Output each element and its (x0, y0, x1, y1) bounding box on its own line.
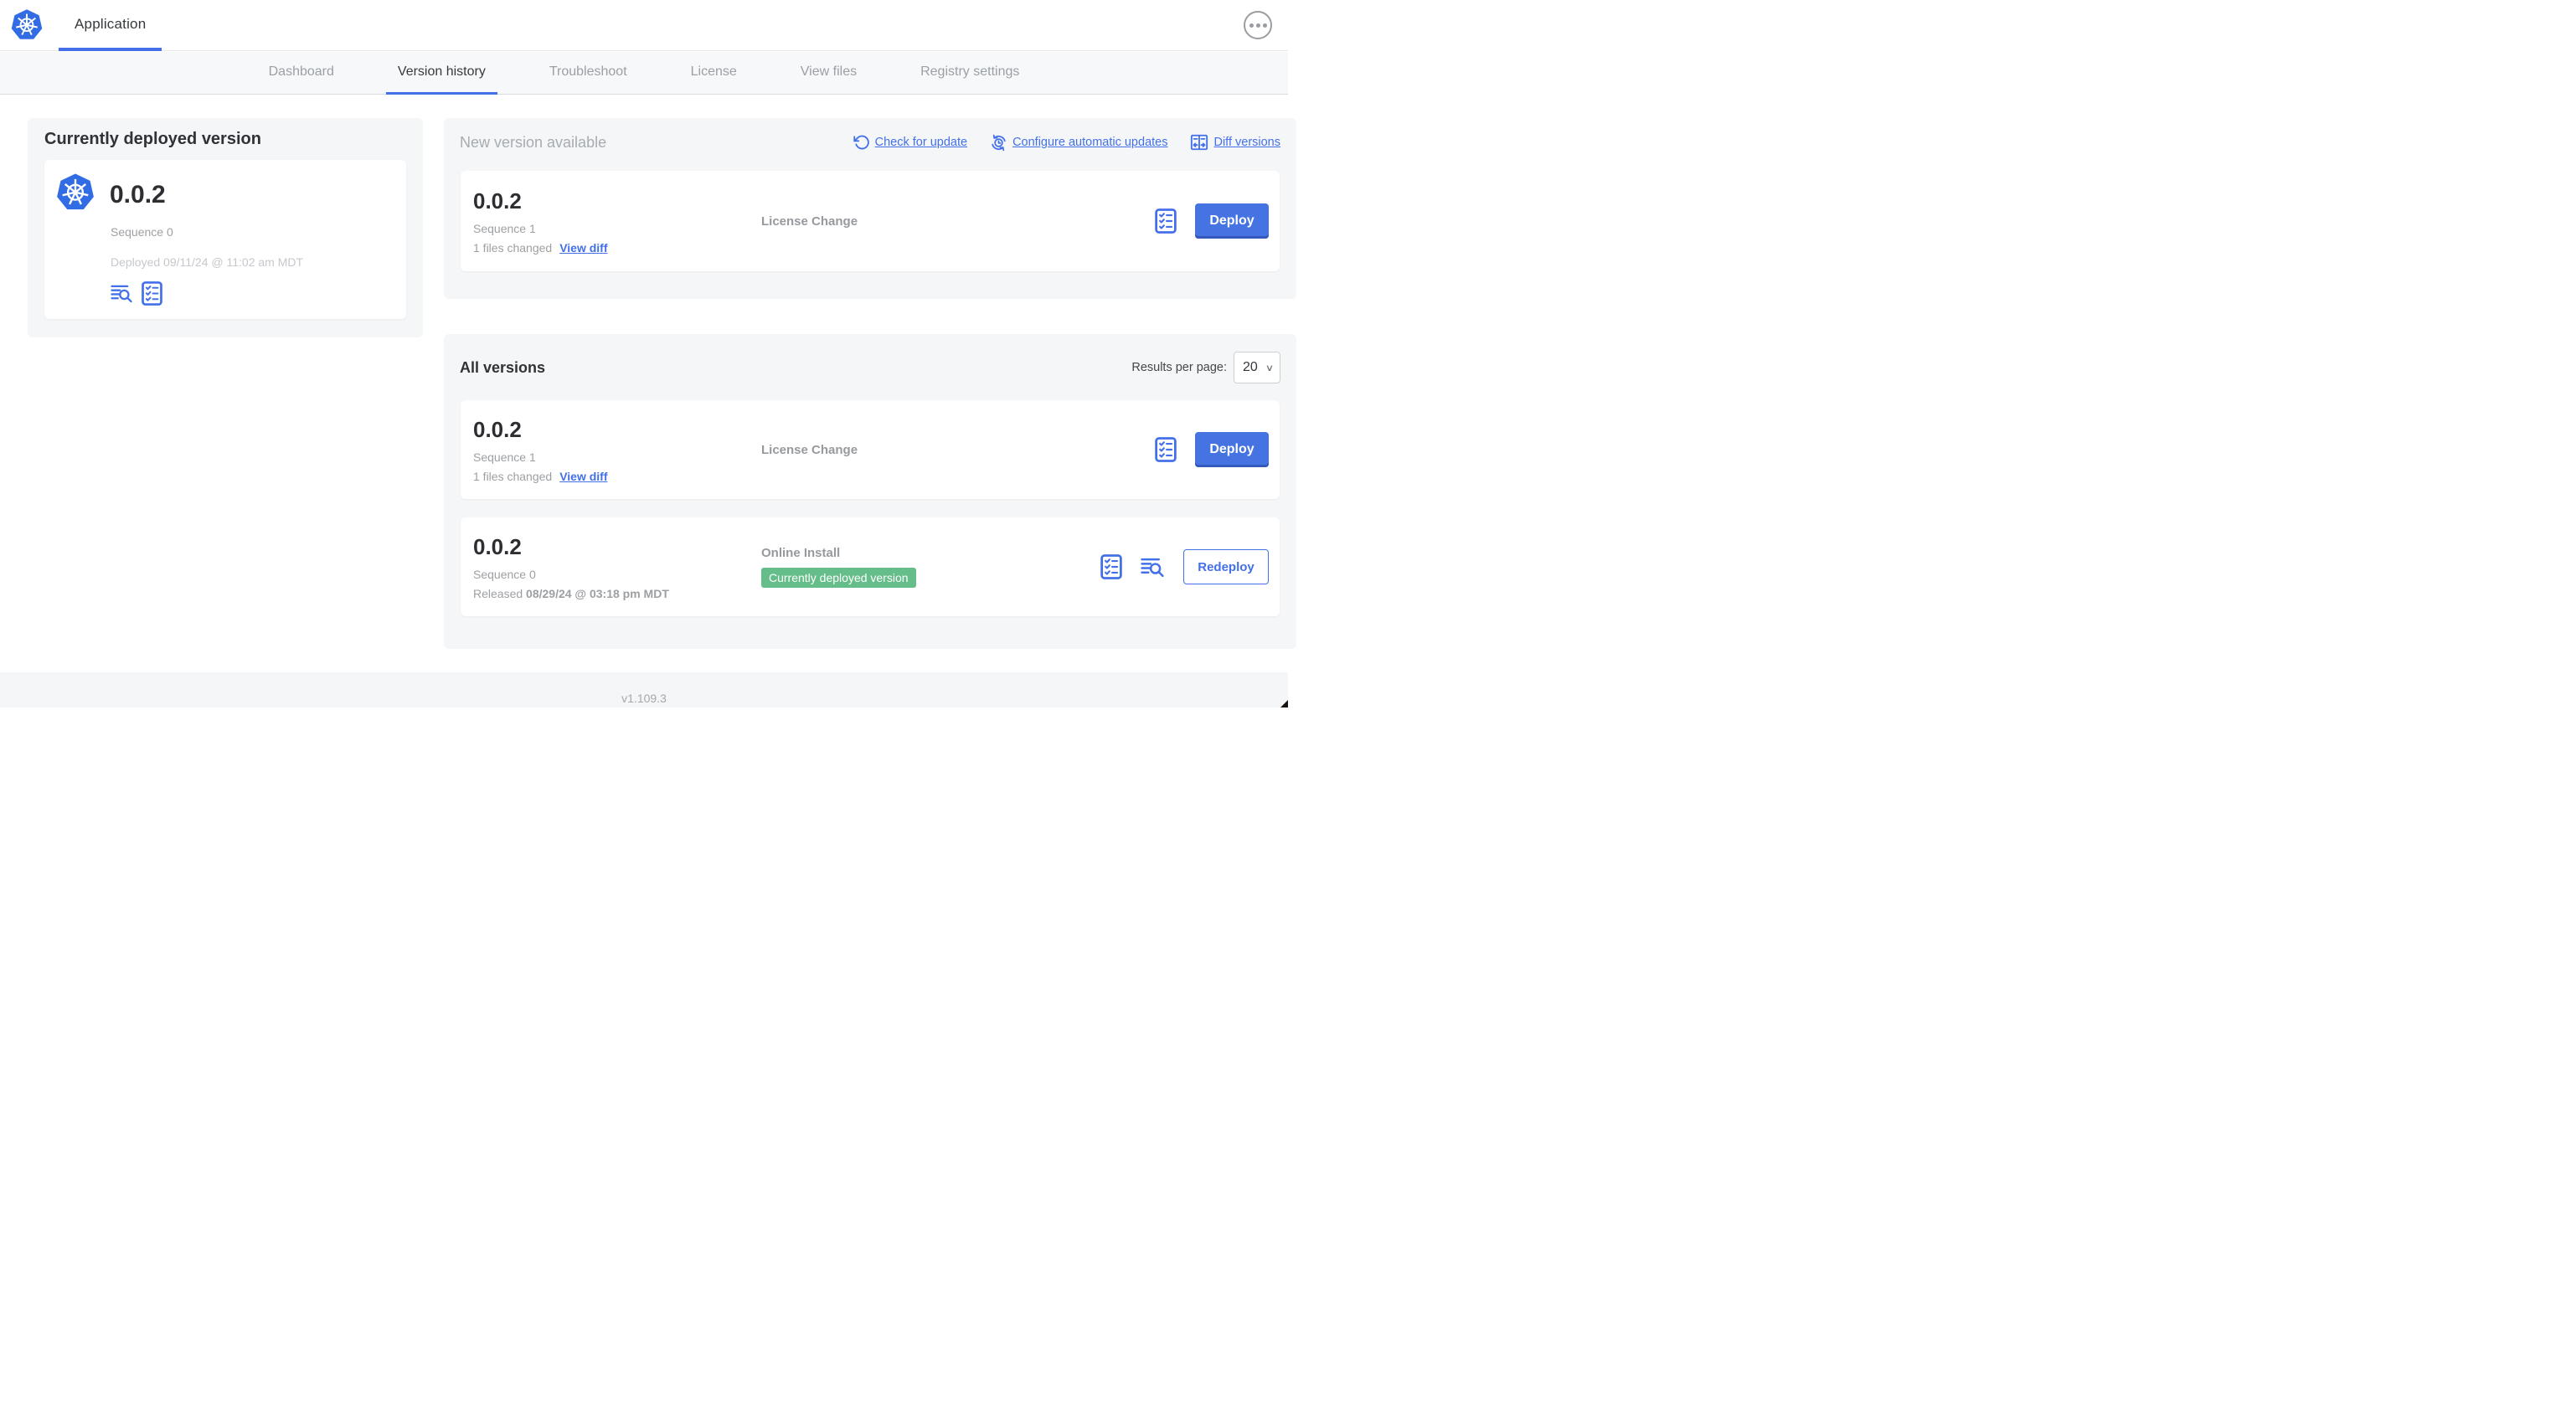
version-row: 0.0.2 Sequence 1 1 files changed View dif… (461, 400, 1280, 499)
version-source: License Change (761, 442, 858, 457)
kubernetes-icon (57, 173, 94, 210)
kubernetes-icon (11, 9, 43, 39)
version-number: 0.0.2 (473, 416, 522, 442)
new-version-title: New version available (460, 133, 607, 151)
preflight-checks-icon[interactable] (142, 281, 162, 306)
refresh-icon (853, 135, 869, 150)
main-content: Currently deployed version 0.0.2 Sequenc… (0, 95, 1296, 672)
deploy-button[interactable]: Deploy (1195, 203, 1269, 239)
version-row: 0.0.2 Sequence 0 Released 08/29/24 @ 03:… (461, 517, 1280, 616)
tab-registry-settings[interactable]: Registry settings (909, 52, 1031, 95)
version-sequence: Sequence 1 (473, 221, 536, 235)
configure-automatic-updates-link[interactable]: Configure automatic updates (990, 134, 1167, 152)
version-number: 0.0.2 (473, 533, 522, 559)
version-sequence: Sequence 1 (473, 450, 536, 464)
current-sequence: Sequence 0 (111, 225, 173, 239)
view-diff-link[interactable]: View diff (559, 241, 607, 255)
deploy-logs-icon[interactable] (111, 284, 133, 303)
preflight-checks-icon[interactable] (1155, 208, 1177, 234)
auto-update-clock-icon (992, 134, 1006, 151)
currently-deployed-badge: Currently deployed version (761, 568, 916, 588)
version-source: Online Install (761, 546, 841, 560)
ellipsis-icon (1249, 23, 1254, 28)
app-title-tab[interactable]: Application (59, 0, 162, 51)
version-number: 0.0.2 (473, 188, 522, 214)
current-version-number: 0.0.2 (110, 181, 166, 208)
tab-view-files[interactable]: View files (789, 52, 868, 95)
tab-troubleshoot[interactable]: Troubleshoot (538, 52, 639, 95)
released-label: Released (473, 586, 523, 600)
app-header: Application (0, 0, 1288, 51)
redeploy-button[interactable]: Redeploy (1183, 549, 1269, 584)
diff-versions-link[interactable]: Diff versions (1190, 133, 1280, 152)
deploy-logs-icon[interactable] (1141, 557, 1165, 578)
released-timestamp: 08/29/24 @ 03:18 pm MDT (526, 586, 669, 600)
version-sequence: Sequence 0 (473, 567, 536, 581)
view-diff-link[interactable]: View diff (559, 470, 607, 483)
files-changed: 1 files changed (473, 469, 553, 483)
check-for-update-link[interactable]: Check for update (853, 134, 967, 151)
results-per-page-label: Results per page: (1131, 361, 1227, 374)
tab-dashboard[interactable]: Dashboard (257, 52, 346, 95)
console-version: v1.109.3 (621, 692, 667, 705)
app-subnav: Dashboard Version history Troubleshoot L… (0, 52, 1288, 95)
header-spacer (162, 0, 1244, 50)
all-versions-card: All versions Results per page: 20 ∨ 0.0.… (444, 334, 1296, 649)
more-options-button[interactable] (1244, 11, 1272, 39)
deploy-button[interactable]: Deploy (1195, 432, 1269, 467)
new-version-row: 0.0.2 Sequence 1 1 files changed View dif… (461, 171, 1280, 271)
app-footer: v1.109.3 (0, 672, 1288, 708)
currently-deployed-card: Currently deployed version 0.0.2 Sequenc… (28, 118, 423, 337)
app-title: Application (75, 15, 147, 32)
current-deployed-timestamp: Deployed 09/11/24 @ 11:02 am MDT (111, 255, 304, 269)
files-changed: 1 files changed (473, 240, 553, 255)
preflight-checks-icon[interactable] (1100, 554, 1122, 579)
cursor-artifact (1280, 700, 1288, 708)
chevron-down-icon: ∨ (1265, 363, 1275, 373)
currently-deployed-version-card: 0.0.2 Sequence 0 Deployed 09/11/24 @ 11:… (44, 160, 406, 319)
tab-version-history[interactable]: Version history (385, 52, 497, 95)
results-per-page-select[interactable]: 20 ∨ (1234, 352, 1280, 383)
preflight-checks-icon[interactable] (1155, 437, 1177, 462)
tab-license[interactable]: License (679, 52, 749, 95)
currently-deployed-title: Currently deployed version (44, 130, 261, 148)
new-version-card: New version available Check for update C… (444, 118, 1296, 299)
app-logo (0, 0, 59, 50)
all-versions-title: All versions (460, 358, 546, 376)
version-source: License Change (761, 214, 858, 229)
diff-icon (1191, 134, 1208, 151)
